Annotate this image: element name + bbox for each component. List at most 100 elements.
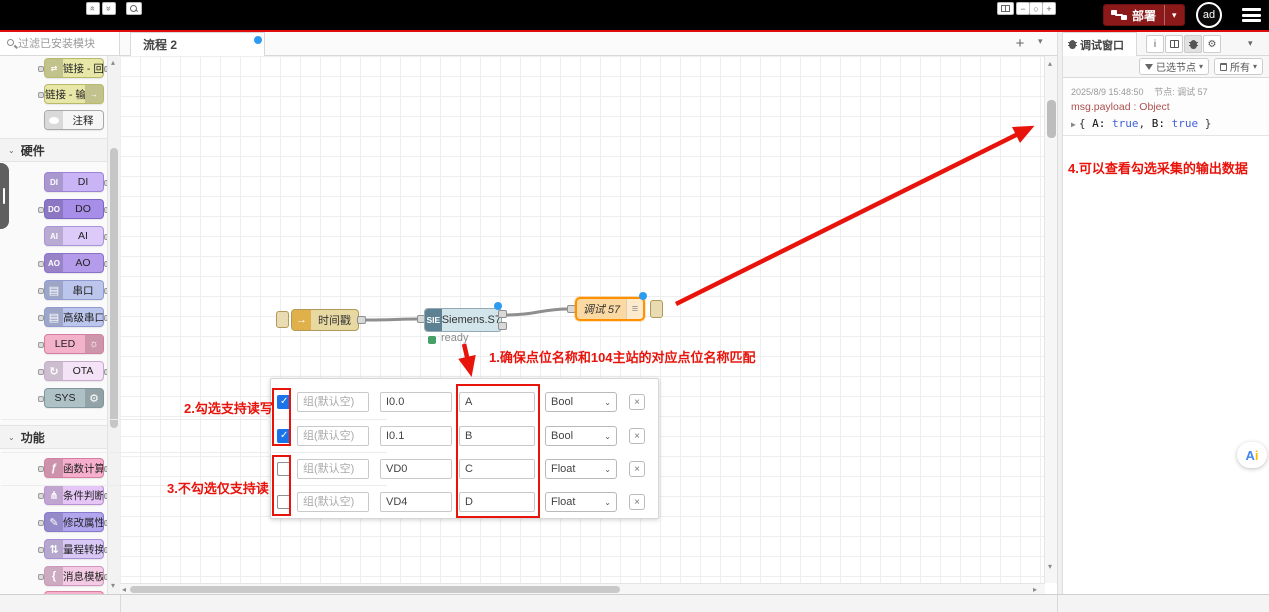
- link-out-icon: →: [85, 85, 103, 103]
- clear-all-button[interactable]: 所有 ▾: [1214, 58, 1263, 75]
- scroll-left-icon[interactable]: ◂: [122, 585, 126, 594]
- annotation-3: 3.不勾选仅支持读: [167, 478, 269, 497]
- palette-scrollbar[interactable]: ▴ ▾: [107, 56, 120, 594]
- sidebar-options-caret[interactable]: ▾: [1248, 38, 1253, 49]
- row4-group-input[interactable]: [297, 492, 369, 512]
- row2-name-input[interactable]: [459, 426, 535, 446]
- s7-output-port-2[interactable]: [498, 322, 507, 330]
- row4-remove-button[interactable]: ×: [629, 494, 645, 510]
- palette-node-ai[interactable]: AI AI: [44, 226, 104, 246]
- palette-category-hardware[interactable]: ⌄ 硬件: [0, 138, 107, 162]
- row2-group-input[interactable]: [297, 426, 369, 446]
- palette-node-serial[interactable]: ▤ 串口: [44, 280, 104, 300]
- row1-address-input[interactable]: [380, 392, 452, 412]
- tab-debug-window[interactable]: 调试窗口: [1063, 32, 1137, 56]
- palette-scroll-thumb[interactable]: [110, 148, 118, 428]
- canvas-vertical-scrollbar[interactable]: ▴ ▾: [1044, 56, 1057, 583]
- scroll-down-icon[interactable]: ▾: [1048, 562, 1052, 571]
- collapse-categories-button[interactable]: «: [86, 2, 100, 15]
- inject-node[interactable]: → 时间戳: [291, 309, 359, 331]
- canvas-search-button[interactable]: [126, 2, 142, 15]
- s7-modified-dot: [494, 302, 502, 310]
- map-icon: [1001, 5, 1010, 12]
- row4-address-input[interactable]: [380, 492, 452, 512]
- user-avatar[interactable]: ad: [1196, 2, 1222, 28]
- info-sidebar-button[interactable]: i: [1146, 35, 1164, 53]
- row2-remove-button[interactable]: ×: [629, 428, 645, 444]
- scroll-up-icon[interactable]: ▴: [1048, 59, 1052, 68]
- debug-message-node: 节点: 调试 57: [1154, 87, 1208, 97]
- row3-readwrite-checkbox[interactable]: [277, 462, 291, 476]
- palette-search-input[interactable]: [18, 35, 116, 52]
- scroll-right-icon[interactable]: ▸: [1033, 585, 1037, 594]
- gear-icon: ⚙: [85, 389, 103, 407]
- debug-enable-toggle[interactable]: [650, 300, 663, 318]
- palette-category-function[interactable]: ⌄ 功能: [0, 425, 107, 449]
- palette-node-ota[interactable]: ↻ OTA: [44, 361, 104, 381]
- scroll-down-icon[interactable]: ▾: [111, 581, 115, 590]
- debug-sidebar-button[interactable]: [1184, 35, 1202, 53]
- horizontal-scroll-thumb[interactable]: [130, 586, 620, 593]
- row4-readwrite-checkbox[interactable]: [277, 495, 291, 509]
- palette-node-change-prop[interactable]: ✎ 修改属性: [44, 512, 104, 532]
- ai-assistant-button[interactable]: Ai: [1237, 442, 1267, 468]
- row3-name-input[interactable]: [459, 459, 535, 479]
- zoom-reset-button[interactable]: ○: [1029, 2, 1043, 15]
- row2-address-input[interactable]: [380, 426, 452, 446]
- row3-remove-button[interactable]: ×: [629, 461, 645, 477]
- palette-node-link-call[interactable]: ⇄ 链接 - 回调: [44, 58, 104, 78]
- canvas-horizontal-scrollbar[interactable]: ◂ ▸: [120, 583, 1045, 594]
- palette-node-link-out[interactable]: 链接 - 输出 →: [44, 84, 104, 104]
- deploy-options-caret[interactable]: ▾: [1164, 5, 1184, 25]
- zoom-in-button[interactable]: +: [1042, 2, 1056, 15]
- row1-group-input[interactable]: [297, 392, 369, 412]
- row1-readwrite-checkbox[interactable]: [277, 395, 291, 409]
- help-sidebar-button[interactable]: [1165, 35, 1183, 53]
- row1-type-select[interactable]: Bool ⌄: [545, 392, 617, 412]
- siemens-s7-node[interactable]: SIE Siemens.S7: [424, 308, 502, 332]
- vertical-scroll-thumb[interactable]: [1047, 100, 1056, 138]
- expand-caret-icon[interactable]: ▶: [1071, 120, 1076, 129]
- palette-node-sys[interactable]: SYS ⚙: [44, 388, 104, 408]
- debug-node-selected[interactable]: 调试 57 ≡: [575, 297, 645, 321]
- s7-output-port-1[interactable]: [498, 310, 507, 318]
- add-flow-button[interactable]: +: [1010, 34, 1030, 54]
- flow-list-caret[interactable]: ▾: [1038, 36, 1043, 47]
- row4-type-select[interactable]: Float ⌄: [545, 492, 617, 512]
- palette-node-do[interactable]: DO DO: [44, 199, 104, 219]
- palette-node-msg-template[interactable]: { 消息模板: [44, 566, 104, 586]
- debug-message[interactable]: 2025/8/9 15:48:50 节点: 调试 57 msg.payload …: [1063, 80, 1269, 136]
- row3-address-input[interactable]: [380, 459, 452, 479]
- deploy-button[interactable]: 部署 ▾: [1103, 4, 1185, 26]
- row3-group-input[interactable]: [297, 459, 369, 479]
- config-sidebar-button[interactable]: ⚙: [1203, 35, 1221, 53]
- row2-readwrite-checkbox[interactable]: [277, 429, 291, 443]
- palette-node-condition[interactable]: ⋔ 条件判断: [44, 485, 104, 505]
- debug-message-object[interactable]: ▶{ A: true, B: true }: [1071, 117, 1261, 130]
- row1-remove-button[interactable]: ×: [629, 394, 645, 410]
- row3-type-select[interactable]: Float ⌄: [545, 459, 617, 479]
- navigator-button[interactable]: [997, 2, 1014, 15]
- s7-badge: SIE: [425, 309, 442, 331]
- palette-drawer-handle[interactable]: [0, 163, 9, 229]
- expand-categories-button[interactable]: »: [102, 2, 116, 15]
- palette-node-ao[interactable]: AO AO: [44, 253, 104, 273]
- palette-node-range-convert[interactable]: ⇅ 量程转换: [44, 539, 104, 559]
- palette-node-di[interactable]: DI DI: [44, 172, 104, 192]
- row2-type-select[interactable]: Bool ⌄: [545, 426, 617, 446]
- palette-node-led[interactable]: LED ☼: [44, 334, 104, 354]
- inject-output-port[interactable]: [357, 316, 366, 324]
- palette-node-comment[interactable]: 注释: [44, 110, 104, 130]
- palette-node-function-calc[interactable]: ƒ 函数计算: [44, 458, 104, 478]
- inject-trigger-button[interactable]: [276, 311, 289, 328]
- palette-node-adv-serial[interactable]: ▤ 高级串口: [44, 307, 104, 327]
- chevron-down-icon: ▾: [1199, 62, 1203, 71]
- zoom-out-button[interactable]: −: [1016, 2, 1030, 15]
- row4-name-input[interactable]: [459, 492, 535, 512]
- tab-flow-2[interactable]: 流程 2: [130, 32, 265, 56]
- row1-name-input[interactable]: [459, 392, 535, 412]
- annotation-1: 1.确保点位名称和104主站的对应点位名称匹配: [489, 347, 756, 366]
- main-menu-icon[interactable]: [1242, 8, 1261, 22]
- filter-selected-nodes-button[interactable]: 已选节点 ▾: [1139, 58, 1209, 75]
- scroll-up-icon[interactable]: ▴: [111, 58, 115, 67]
